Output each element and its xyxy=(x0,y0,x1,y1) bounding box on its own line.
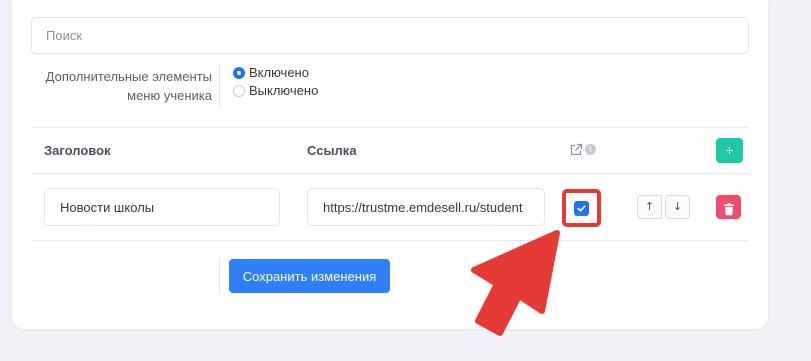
radio-enabled-dot[interactable] xyxy=(233,66,245,79)
column-header-link: Ссылка xyxy=(307,143,357,158)
menu-setting-label-line2: меню ученика xyxy=(127,88,212,103)
external-link-icon xyxy=(570,143,583,156)
row-link-input[interactable] xyxy=(307,188,545,226)
move-down-button[interactable]: ↓ xyxy=(665,195,690,219)
add-row-button[interactable]: + xyxy=(716,138,743,163)
radio-enabled-label: Включено xyxy=(249,65,309,80)
radio-disabled-label: Выключено xyxy=(249,83,319,98)
checkmark-icon xyxy=(577,205,586,212)
table-top-divider xyxy=(31,127,749,128)
menu-setting-label: Дополнительные элементы меню ученика xyxy=(32,67,212,105)
radio-disabled[interactable]: Выключено xyxy=(233,83,318,98)
trash-icon xyxy=(723,203,734,216)
search-input[interactable] xyxy=(31,17,749,54)
radio-enabled[interactable]: Включено xyxy=(233,65,309,80)
table-bottom-divider xyxy=(31,240,749,241)
table-header-divider xyxy=(31,173,749,174)
setting-divider xyxy=(219,64,220,108)
save-changes-button[interactable]: Сохранить изменения xyxy=(229,259,390,293)
move-up-button[interactable]: ↑ xyxy=(637,195,662,219)
menu-setting-label-line1: Дополнительные элементы xyxy=(45,69,212,84)
open-in-new-tab-checkbox[interactable] xyxy=(574,201,589,216)
footer-divider xyxy=(219,258,220,294)
settings-card: Дополнительные элементы меню ученика Вкл… xyxy=(12,0,768,329)
delete-row-button[interactable] xyxy=(716,195,741,219)
info-icon[interactable]: ! xyxy=(585,144,596,155)
radio-disabled-dot[interactable] xyxy=(233,84,245,97)
column-header-title: Заголовок xyxy=(44,143,111,158)
row-title-input[interactable] xyxy=(44,188,280,226)
